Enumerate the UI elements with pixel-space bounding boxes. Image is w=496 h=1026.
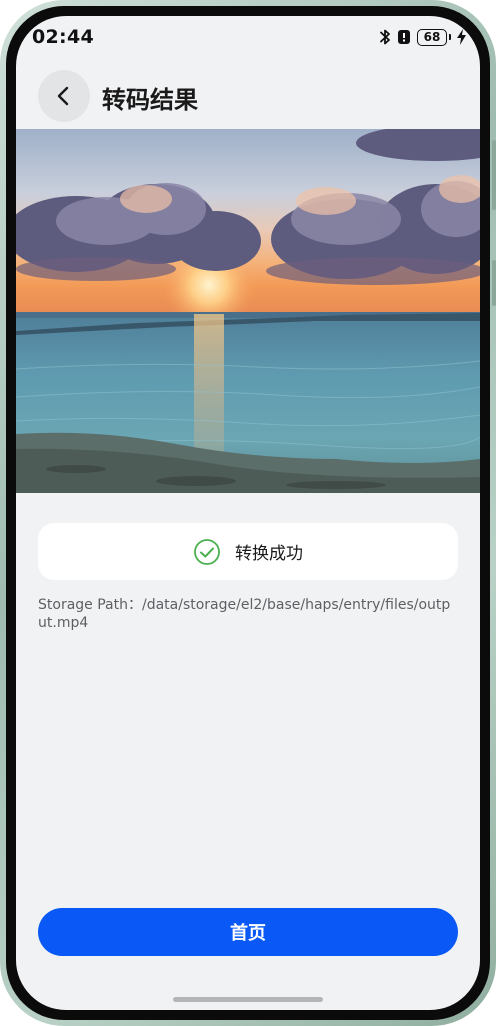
battery-level: 68 bbox=[417, 28, 447, 46]
chevron-left-icon bbox=[57, 86, 69, 106]
phone-frame: 02:44 68 转码结果 转换成功 Storage Path：/data/st… bbox=[0, 0, 496, 1026]
check-circle-icon bbox=[194, 538, 220, 565]
battery-tip bbox=[449, 34, 451, 40]
status-bar: 02:44 68 bbox=[16, 16, 480, 60]
page-title: 转码结果 bbox=[102, 86, 198, 114]
screen: 02:44 68 转码结果 转换成功 Storage Path：/data/st… bbox=[16, 16, 480, 1010]
battery-icon: 68 bbox=[417, 28, 451, 46]
video-thumbnail bbox=[16, 129, 480, 493]
status-icons: 68 bbox=[379, 28, 466, 46]
status-time: 02:44 bbox=[32, 26, 94, 48]
storage-path-text: Storage Path：/data/storage/el2/base/haps… bbox=[38, 597, 451, 631]
back-button[interactable] bbox=[38, 70, 90, 122]
volume-button bbox=[492, 140, 496, 210]
page-header: 转码结果 bbox=[16, 66, 480, 124]
home-button[interactable]: 首页 bbox=[38, 908, 458, 956]
result-card: 转换成功 bbox=[38, 523, 458, 580]
charging-icon bbox=[457, 29, 466, 45]
sunset-sea-image bbox=[16, 129, 480, 493]
status-text: 转换成功 bbox=[235, 544, 303, 564]
home-indicator[interactable] bbox=[173, 997, 323, 1002]
bluetooth-icon bbox=[380, 29, 390, 45]
power-button bbox=[492, 260, 496, 306]
notification-icon bbox=[398, 30, 410, 44]
